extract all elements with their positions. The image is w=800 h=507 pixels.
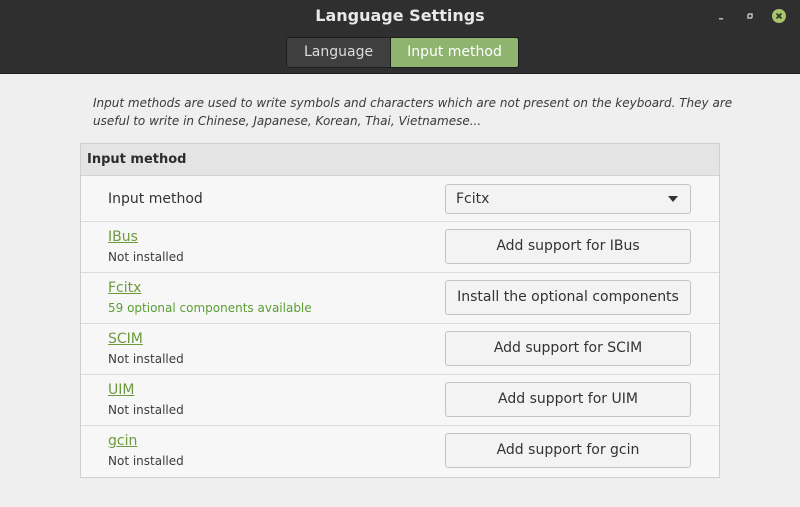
description-text: Input methods are used to write symbols … [93, 96, 733, 128]
install-optional-components-button[interactable]: Install the optional components [445, 280, 691, 315]
maximize-icon [747, 13, 753, 19]
chevron-down-icon [668, 196, 678, 202]
method-row-gcin: gcin Not installed Add support for gcin [81, 426, 719, 477]
method-link-gcin[interactable]: gcin [108, 433, 137, 449]
method-row-ibus: IBus Not installed Add support for IBus [81, 222, 719, 273]
method-link-uim[interactable]: UIM [108, 382, 134, 398]
language-settings-window: Language Settings Language Input method … [0, 0, 800, 507]
input-method-select[interactable]: Fcitx [445, 184, 691, 214]
close-button[interactable] [771, 8, 787, 24]
method-row-scim: SCIM Not installed Add support for SCIM [81, 324, 719, 375]
method-status-scim: Not installed [108, 352, 184, 366]
add-support-scim-button[interactable]: Add support for SCIM [445, 331, 691, 366]
add-support-uim-button[interactable]: Add support for UIM [445, 382, 691, 417]
method-link-fcitx[interactable]: Fcitx [108, 280, 141, 296]
add-support-ibus-button[interactable]: Add support for IBus [445, 229, 691, 264]
minimize-button[interactable] [713, 8, 729, 24]
input-method-selector-row: Input method Fcitx [81, 177, 719, 222]
add-support-gcin-button[interactable]: Add support for gcin [445, 433, 691, 468]
tab-input-method[interactable]: Input method [391, 38, 518, 67]
close-icon [775, 12, 783, 20]
method-row-fcitx: Fcitx 59 optional components available I… [81, 273, 719, 324]
close-circle [772, 9, 786, 23]
method-status-ibus: Not installed [108, 250, 184, 264]
method-status-gcin: Not installed [108, 454, 184, 468]
method-status-fcitx: 59 optional components available [108, 301, 312, 315]
method-status-uim: Not installed [108, 403, 184, 417]
section-title: Input method [81, 144, 719, 176]
input-method-select-value: Fcitx [456, 191, 490, 207]
method-link-ibus[interactable]: IBus [108, 229, 138, 245]
tab-bar: Language Input method [286, 37, 519, 68]
tab-language[interactable]: Language [287, 38, 392, 67]
input-method-label: Input method [108, 191, 203, 207]
window-title: Language Settings [315, 6, 485, 25]
maximize-button[interactable] [742, 8, 758, 24]
minimize-icon [719, 18, 723, 20]
method-link-scim[interactable]: SCIM [108, 331, 143, 347]
titlebar: Language Settings Language Input method [0, 0, 800, 74]
method-row-uim: UIM Not installed Add support for UIM [81, 375, 719, 426]
input-method-frame: Input method Input method Fcitx IBus Not… [80, 143, 720, 478]
